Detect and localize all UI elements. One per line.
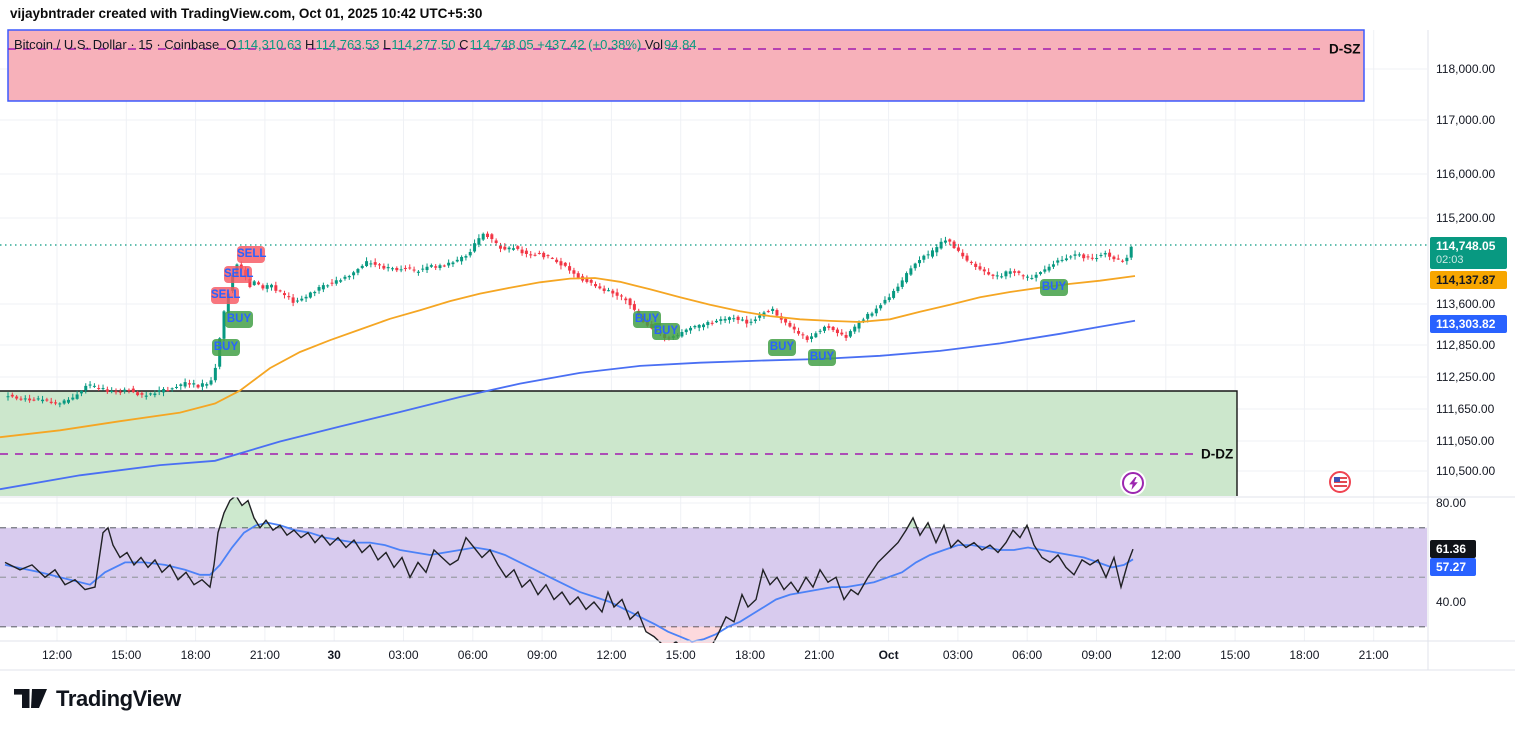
ohlc-value: 114,310.63 — [237, 37, 306, 52]
candles — [6, 231, 1133, 408]
buy-signal-label: BUY — [652, 323, 680, 340]
buy-signal-label: BUY — [808, 349, 836, 366]
ohlc-values: O114,310.63 H114,763.53 L114,277.50 C114… — [226, 37, 696, 52]
ohlc-label: O — [226, 37, 237, 52]
ohlc-label: L — [383, 37, 391, 52]
tradingview-chart-page: vijaybntrader created with TradingView.c… — [0, 0, 1515, 729]
last-price-badge: 114,748.05 02:03 — [1430, 237, 1507, 269]
demand-zone-label: D-DZ — [1201, 446, 1234, 462]
buy-signal-label: BUY — [212, 339, 240, 356]
ohlc-label: C — [459, 37, 469, 52]
chart-canvas[interactable] — [0, 0, 1515, 729]
sell-signal-label: SELL — [224, 266, 253, 283]
tradingview-logo-text: TradingView — [56, 686, 181, 711]
rsi-ma-badge: 57.27 — [1430, 558, 1476, 576]
ohlc-value: 114,277.50 — [391, 37, 460, 52]
ma-fast-badge: 114,137.87 — [1430, 271, 1507, 289]
rsi-value-badge: 61.36 — [1430, 540, 1476, 558]
tradingview-logo-mark — [14, 689, 47, 708]
symbol-header: Bitcoin / U.S. Dollar · 15 · Coinbase O1… — [14, 37, 697, 52]
change-value: +437.42 (+0.38%) — [537, 37, 645, 52]
supply-zone-label: D-SZ — [1329, 41, 1361, 57]
buy-signal-label: BUY — [225, 311, 253, 328]
ohlc-value: 114,748.05 — [469, 37, 538, 52]
symbol-title[interactable]: Bitcoin / U.S. Dollar · 15 · Coinbase — [14, 37, 219, 52]
demand-zone — [0, 391, 1237, 496]
ma-slow-badge: 113,303.82 — [1430, 315, 1507, 333]
ohlc-label: H — [305, 37, 315, 52]
countdown-timer: 02:03 — [1436, 254, 1464, 266]
economic-event-lightning-icon[interactable] — [1122, 472, 1144, 494]
ohlc-value: 114,763.53 — [315, 37, 384, 52]
time-axis[interactable] — [0, 642, 1427, 670]
economic-event-us-flag-icon[interactable] — [1329, 471, 1351, 493]
sell-signal-label: SELL — [237, 246, 266, 263]
buy-signal-label: BUY — [768, 339, 796, 356]
volume-label: Vol — [644, 37, 663, 52]
attribution-text: vijaybntrader created with TradingView.c… — [10, 6, 483, 21]
buy-signal-label: BUY — [1040, 279, 1068, 296]
volume-value: 94.84 — [664, 37, 697, 52]
tradingview-logo[interactable]: TradingView — [14, 686, 181, 712]
sell-signal-label: SELL — [211, 287, 240, 304]
